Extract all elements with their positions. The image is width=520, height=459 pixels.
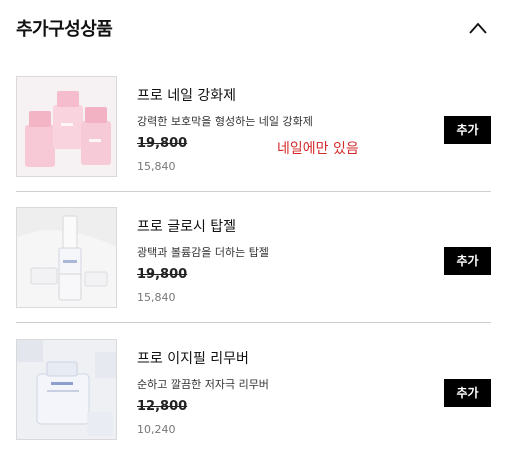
divider xyxy=(16,322,491,323)
product-thumbnail[interactable] xyxy=(16,339,117,440)
product-item: 프로 글로시 탑젤 광택과 볼륨감을 더하는 탑젤 19,800 15,840 … xyxy=(16,207,491,325)
add-button[interactable]: 추가 xyxy=(444,379,491,407)
additional-products-header: 추가구성상품 xyxy=(16,12,504,44)
clear-topgel-bottles-icon xyxy=(17,208,116,307)
divider xyxy=(16,191,491,192)
product-description: 강력한 보호막을 형성하는 네일 강화제 xyxy=(137,115,313,128)
product-thumbnail[interactable] xyxy=(16,76,117,177)
exclusive-note: 네일에만 있음 xyxy=(277,141,359,157)
product-item: 프로 이지필 리무버 순하고 깔끔한 저자극 리무버 12,800 10,240… xyxy=(16,339,491,457)
remover-bottle-icon xyxy=(17,340,116,439)
original-price: 19,800 xyxy=(137,267,188,282)
product-name[interactable]: 프로 이지필 리무버 xyxy=(137,348,249,368)
product-name[interactable]: 프로 네일 강화제 xyxy=(137,85,236,105)
original-price: 12,800 xyxy=(137,399,188,414)
product-thumbnail[interactable] xyxy=(16,207,117,308)
original-price: 19,800 xyxy=(137,136,188,151)
section-title: 추가구성상품 xyxy=(16,19,113,40)
product-item: 프로 네일 강화제 강력한 보호막을 형성하는 네일 강화제 19,800 15… xyxy=(16,76,491,194)
sale-price: 15,840 xyxy=(137,291,176,304)
product-description: 순하고 깔끔한 저자극 리무버 xyxy=(137,378,269,391)
product-name[interactable]: 프로 글로시 탑젤 xyxy=(137,216,236,236)
add-button[interactable]: 추가 xyxy=(444,247,491,275)
add-button[interactable]: 추가 xyxy=(444,116,491,144)
collapse-button[interactable] xyxy=(466,16,490,40)
sale-price: 15,840 xyxy=(137,160,176,173)
chevron-up-icon xyxy=(469,22,487,34)
sale-price: 10,240 xyxy=(137,423,176,436)
product-description: 광택과 볼륨감을 더하는 탑젤 xyxy=(137,246,269,259)
pink-polish-bottles-icon xyxy=(17,77,116,176)
